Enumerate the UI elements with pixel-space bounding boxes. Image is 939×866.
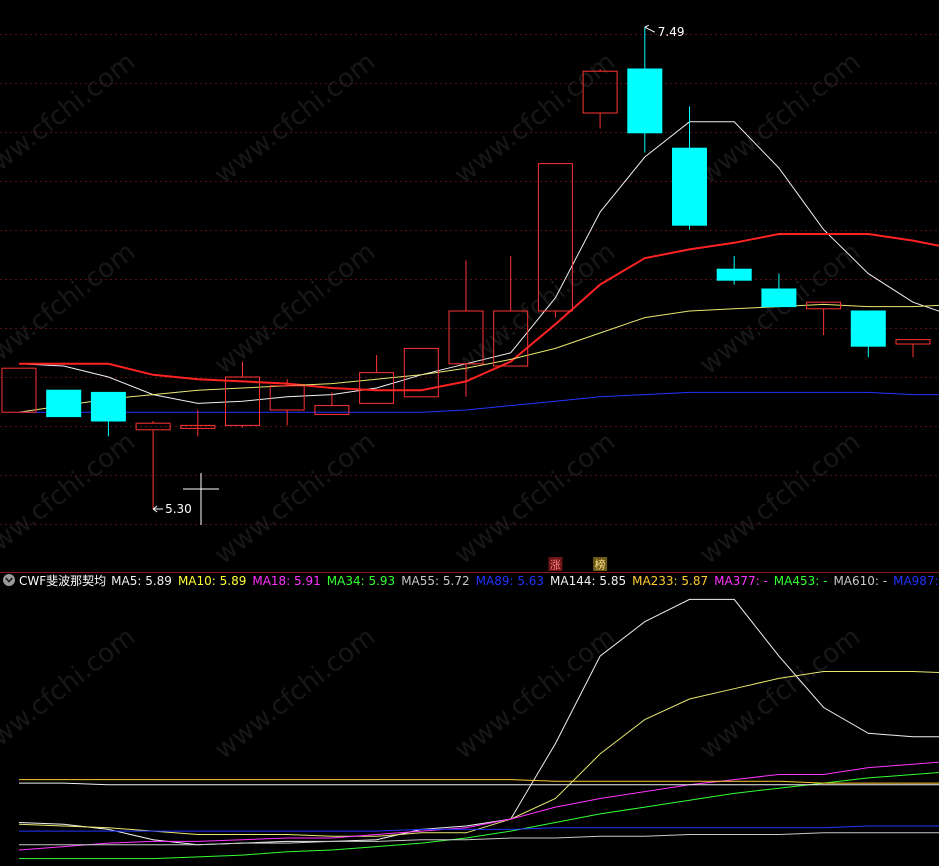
candle-body (627, 68, 663, 134)
candle-up (269, 379, 305, 426)
watermark-text: www.cfchi.com (0, 622, 141, 766)
legend-entry: MA377: - (714, 574, 768, 588)
legend-entry: MA55: 5.72 (401, 574, 469, 588)
high-annotation: 7.49 (644, 24, 685, 39)
candle-up (314, 392, 350, 415)
indicator-ma-line (19, 771, 939, 860)
watermark-text: www.cfchi.com (0, 237, 141, 381)
legend-entry: MA453: - (774, 574, 828, 588)
watermark-text: www.cfchi.com (694, 427, 866, 571)
watermark-text: www.cfchi.com (449, 622, 621, 766)
low-price-label: 5.30 (165, 502, 192, 516)
candle-down (761, 273, 797, 308)
event-marker-text: 榜 (595, 558, 606, 572)
legend-entry: MA34: 5.93 (327, 574, 395, 588)
watermark-text: www.cfchi.com (209, 622, 381, 766)
candle-body (806, 301, 842, 310)
candle-body (672, 147, 707, 226)
indicator-header: CWF斐波那契均 MA5: 5.89 MA10: 5.89 MA18: 5.91 MA… (3, 574, 939, 588)
legend-entry: MA144: 5.85 (550, 574, 626, 588)
candlestick-chart: www.cfchi.com www.cfchi.com www.cfchi.com w… (0, 24, 939, 860)
candle-body (850, 310, 886, 347)
candle-body (90, 391, 126, 422)
indicator-ma-line (19, 832, 939, 846)
indicator-title: CWF斐波那契均 (19, 574, 106, 588)
watermark-text: www.cfchi.com (0, 47, 141, 191)
watermark-text: www.cfchi.com (209, 47, 381, 191)
candle-body (761, 288, 797, 308)
crosshair-cursor (183, 473, 219, 525)
candle-down (46, 389, 82, 418)
legend-entry: MA987: - (893, 574, 939, 588)
watermark-text: www.cfchi.com (209, 427, 381, 571)
candle-body (314, 405, 350, 415)
indicator-legend: MA5: 5.89 MA10: 5.89 MA18: 5.91 MA34: 5.93 M… (111, 574, 939, 588)
watermark-text: www.cfchi.com (209, 237, 381, 381)
legend-entry: MA233: 5.87 (632, 574, 708, 588)
legend-entry: MA610: - (833, 574, 887, 588)
watermark-text: www.cfchi.com (0, 427, 141, 571)
high-price-label: 7.49 (658, 25, 685, 39)
candle-up (895, 339, 931, 358)
collapse-toggle-button[interactable] (3, 574, 15, 586)
candle-body (1, 367, 37, 413)
event-markers: 涨榜 (548, 557, 608, 572)
watermark-layer: www.cfchi.com www.cfchi.com www.cfchi.com w… (0, 47, 866, 766)
candle-up (806, 301, 842, 336)
watermark-text: www.cfchi.com (449, 427, 621, 571)
legend-entry: MA5: 5.89 (111, 574, 172, 588)
legend-entry: MA10: 5.89 (178, 574, 246, 588)
watermark-text: www.cfchi.com (449, 47, 621, 191)
candle-body (46, 389, 82, 418)
candle-down (850, 310, 886, 358)
candle-up (1, 367, 37, 413)
candle-down (716, 256, 752, 285)
candle-up (135, 421, 171, 509)
legend-entry: MA18: 5.91 (252, 574, 320, 588)
candle-body (716, 268, 752, 281)
candle-down (627, 27, 663, 153)
watermark-text: www.cfchi.com (449, 237, 621, 381)
event-marker-text: 涨 (550, 559, 561, 572)
low-annotation: 5.30 (152, 502, 192, 516)
event-marker: 榜 (593, 557, 608, 572)
watermark-text: www.cfchi.com (694, 622, 866, 766)
candle-down (672, 106, 707, 230)
indicator-ma-line (19, 782, 939, 786)
indicator-ma-line (18, 761, 939, 851)
indicator-ma-line (19, 779, 939, 784)
candle-body (895, 339, 931, 345)
candle-up (180, 410, 216, 437)
event-marker: 涨 (548, 557, 563, 572)
legend-entry: MA89: 5.63 (476, 574, 544, 588)
